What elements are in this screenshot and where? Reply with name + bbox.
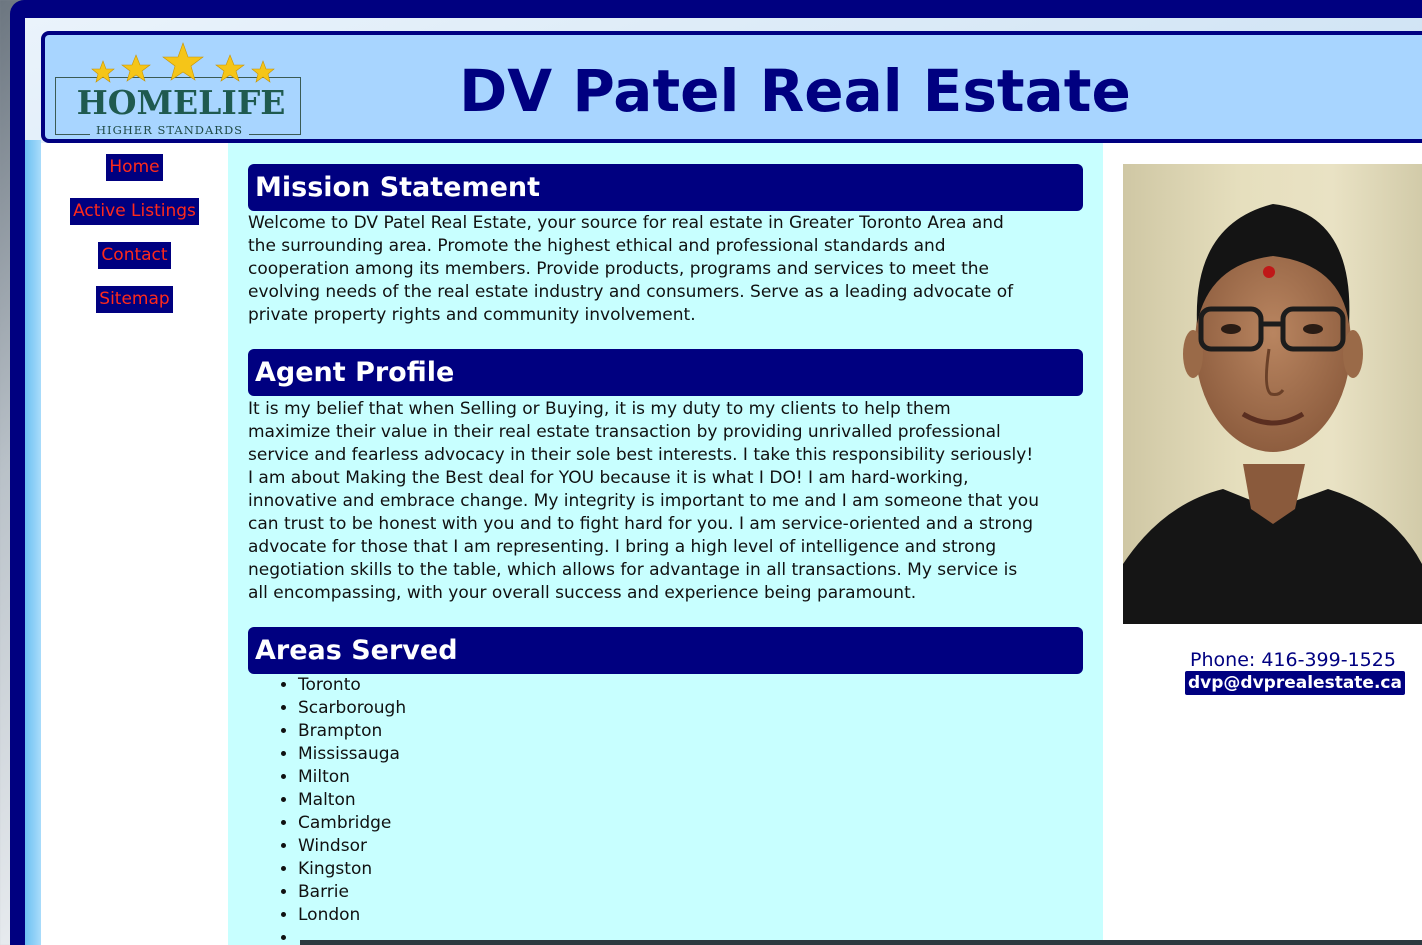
list-item: London (298, 904, 406, 927)
list-item: Scarborough (298, 697, 406, 720)
site-title: DV Patel Real Estate (459, 57, 1131, 125)
mission-statement-text: Welcome to DV Patel Real Estate, your so… (248, 212, 1088, 327)
text-line: all encompassing, with your overall succ… (248, 583, 917, 603)
list-item: Mississauga (298, 743, 406, 766)
nav-link-sitemap[interactable]: Sitemap (96, 286, 173, 313)
list-item: Cambridge (298, 812, 406, 835)
logo-stars-icon (91, 42, 275, 83)
left-edge-strip (25, 140, 41, 945)
list-item: Barrie (298, 881, 406, 904)
text-line: the surrounding area. Promote the highes… (248, 236, 946, 256)
logo-wordmark: HOMELIFE (76, 83, 286, 122)
list-item: Toronto (298, 674, 406, 697)
list-item: Malton (298, 789, 406, 812)
section-heading-agent-profile: Agent Profile (248, 349, 1083, 396)
agent-portrait-image (1123, 204, 1422, 624)
site-header: HOMELIFE HIGHER STANDARDS DV Patel Real … (41, 31, 1422, 143)
text-line: private property rights and community in… (248, 305, 696, 325)
text-line: negotiation skills to the table, which a… (248, 560, 1018, 580)
text-line: advocate for those that I am representin… (248, 537, 997, 557)
bottom-edge (300, 940, 1422, 945)
nav-link-home[interactable]: Home (106, 154, 163, 181)
nav-item-contact: Contact (41, 242, 228, 269)
text-line: maximize their value in their real estat… (248, 422, 1001, 442)
agent-profile-text: It is my belief that when Selling or Buy… (248, 398, 1088, 605)
nav-item-home: Home (41, 154, 228, 181)
nav-link-active-listings[interactable]: Active Listings (70, 198, 199, 225)
list-item: Brampton (298, 720, 406, 743)
main-content: Mission Statement Welcome to DV Patel Re… (228, 143, 1103, 945)
text-line: can trust to be honest with you and to f… (248, 514, 1034, 534)
text-line: Welcome to DV Patel Real Estate, your so… (248, 213, 1004, 233)
list-item: Milton (298, 766, 406, 789)
homelife-logo[interactable]: HOMELIFE HIGHER STANDARDS (55, 39, 305, 139)
logo-tagline: HIGHER STANDARDS (90, 123, 250, 137)
section-heading-mission: Mission Statement (248, 164, 1083, 211)
text-line: service and fearless advocacy in their s… (248, 445, 1034, 465)
text-line: I am about Making the Best deal for YOU … (248, 468, 969, 488)
section-heading-areas-served: Areas Served (248, 627, 1083, 674)
text-line: It is my belief that when Selling or Buy… (248, 399, 951, 419)
list-item: Kingston (298, 858, 406, 881)
nav-link-contact[interactable]: Contact (98, 242, 171, 269)
phone-number: Phone: 416-399-1525 (1190, 649, 1396, 671)
text-line: evolving needs of the real estate indust… (248, 282, 1014, 302)
areas-served-list: Toronto Scarborough Brampton Mississauga… (298, 674, 406, 945)
list-item: Windsor (298, 835, 406, 858)
nav-item-sitemap: Sitemap (41, 286, 228, 313)
agent-photo (1123, 164, 1422, 624)
agent-sidebar: Phone: 416-399-1525 dvp@dvprealestate.ca (1103, 143, 1422, 945)
text-line: innovative and embrace change. My integr… (248, 491, 1039, 511)
sidebar-nav: Home Active Listings Contact Sitemap (41, 143, 228, 945)
text-line: cooperation among its members. Provide p… (248, 259, 989, 279)
nav-item-active-listings: Active Listings (41, 198, 228, 225)
email-link[interactable]: dvp@dvprealestate.ca (1185, 671, 1405, 695)
